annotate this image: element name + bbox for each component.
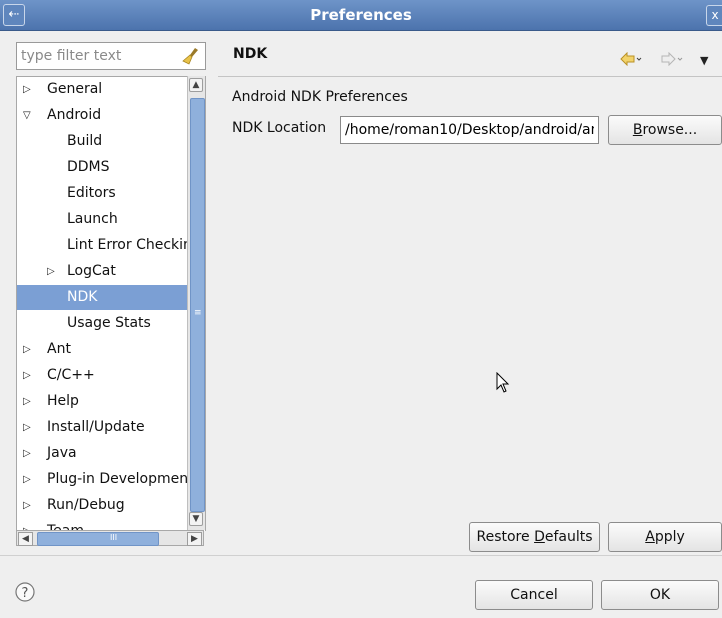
filter-field[interactable] [16,42,206,70]
tree-item-label: Help [47,393,79,409]
tree-item-label: Java [47,445,77,461]
horizontal-scroll-thumb[interactable]: III [37,532,159,546]
mouse-pointer-icon [496,372,510,393]
collapse-arrow-icon[interactable]: ▷ [23,389,37,414]
collapse-arrow-icon[interactable]: ▷ [23,493,37,518]
restore-defaults-button[interactable]: Restore Defaults [469,522,600,552]
ndk-location-input[interactable] [340,116,599,144]
scroll-left-icon[interactable]: ◀ [18,532,33,546]
tree-item[interactable]: ▷ General [17,77,187,102]
scroll-down-icon[interactable]: ▼ [189,512,203,526]
tree-item[interactable]: Editors [17,181,187,206]
tree-item-label: LogCat [67,263,116,279]
tree-item-label: NDK [67,289,98,305]
scroll-thumb[interactable]: ≡ [190,98,205,512]
tree-item[interactable]: ▷ C/C++ [17,363,187,388]
tree-item-label: Install/Update [47,419,145,435]
tree-vertical-scrollbar[interactable]: ▲ ≡ ▼ [187,76,205,530]
tree-item[interactable]: DDMS [17,155,187,180]
title-bar: ⇠ Preferences x [0,0,722,31]
forward-arrow-icon[interactable] [661,52,683,66]
collapse-arrow-icon[interactable]: ▷ [23,415,37,440]
collapse-arrow-icon[interactable]: ▷ [23,77,37,102]
scroll-up-icon[interactable]: ▲ [189,78,203,92]
tree-item[interactable]: NDK [17,285,187,310]
tree-item-label: C/C++ [47,367,95,383]
help-icon[interactable]: ? [15,582,35,602]
back-arrow-icon[interactable] [620,52,642,66]
tree-item[interactable]: Launch [17,207,187,232]
tree-item[interactable]: ▷ Install/Update [17,415,187,440]
tree-item-label: Lint Error Checking [67,237,187,253]
tree-item-label: Editors [67,185,116,201]
preference-tree[interactable]: ▷ General ▽ Android Build DDMS Editors Launch Li… [16,76,206,531]
tree-item[interactable]: ▷ Ant [17,337,187,362]
collapse-arrow-icon[interactable]: ▷ [23,363,37,388]
tree-item[interactable]: Lint Error Checking [17,233,187,258]
tree-item-label: Usage Stats [67,315,151,331]
tree-item-label: Plug-in Development [47,471,187,487]
cancel-button[interactable]: Cancel [475,580,593,610]
tree-item-label: Ant [47,341,71,357]
tree-item-label: Launch [67,211,118,227]
tree-item[interactable]: Usage Stats [17,311,187,336]
filter-input[interactable] [21,47,171,65]
footer-separator [0,555,722,556]
tree-item[interactable]: ▷ Help [17,389,187,414]
scroll-right-icon[interactable]: ▶ [187,532,202,546]
tree-item-label: General [47,81,103,97]
tree-item[interactable]: ▷ Run/Debug [17,493,187,518]
collapse-arrow-icon[interactable]: ▷ [23,467,37,492]
view-menu-icon[interactable]: ▼ [700,54,708,67]
ndk-location-label: NDK Location [232,120,327,136]
collapse-arrow-icon[interactable]: ▷ [23,441,37,466]
tree-item[interactable]: Build [17,129,187,154]
ok-button[interactable]: OK [601,580,719,610]
svg-text:?: ? [22,586,29,601]
tree-item-label: Build [67,133,103,149]
header-separator [218,76,722,77]
browse-button[interactable]: Browse... [608,115,722,145]
tree-item[interactable]: ▷ Java [17,441,187,466]
section-label: Android NDK Preferences [232,89,408,105]
tree-item-label: Run/Debug [47,497,125,513]
tree-item[interactable]: ▷ Plug-in Development [17,467,187,492]
window-title: Preferences [310,6,412,24]
tree-horizontal-scrollbar[interactable]: ◀ III ▶ [16,530,204,546]
page-title: NDK [233,46,268,62]
tree-item[interactable]: ▽ Android [17,103,187,128]
tree-item-label: Android [47,107,102,123]
tree-item[interactable]: ▷ LogCat [17,259,187,284]
tree-item-label: DDMS [67,159,110,175]
clear-filter-icon[interactable] [182,47,200,65]
expand-arrow-icon[interactable]: ▽ [23,103,37,128]
close-button[interactable]: x [706,5,722,26]
collapse-arrow-icon[interactable]: ▷ [23,337,37,362]
collapse-arrow-icon[interactable]: ▷ [47,259,61,284]
apply-button[interactable]: Apply [608,522,722,552]
